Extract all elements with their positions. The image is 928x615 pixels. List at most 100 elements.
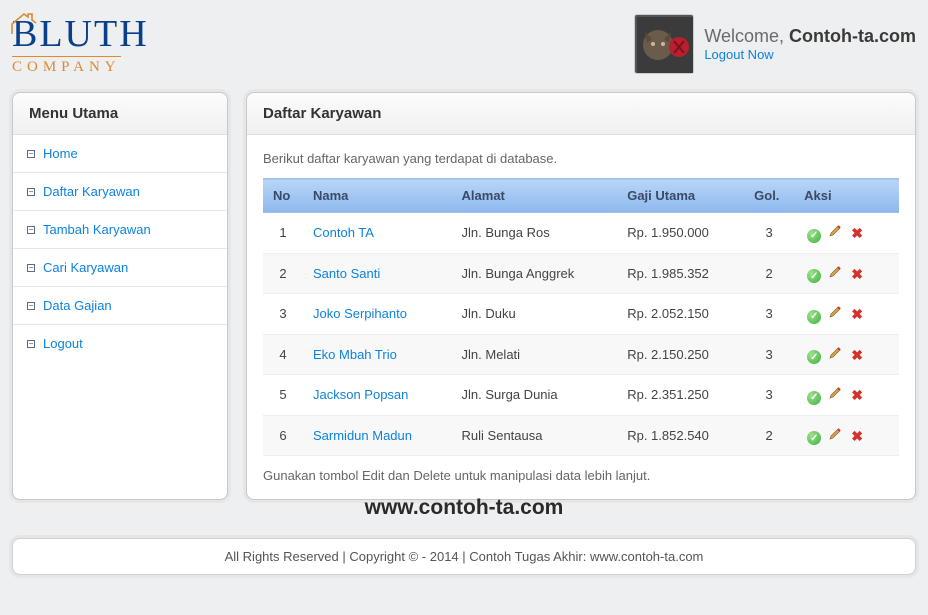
sidebar: Menu Utama −Home−Daftar Karyawan−Tambah … xyxy=(12,92,228,500)
collapse-icon: − xyxy=(27,302,35,310)
sidebar-item-label[interactable]: Tambah Karyawan xyxy=(43,222,151,237)
cell-no: 6 xyxy=(263,415,303,456)
user-box: Welcome, Contoh-ta.com Logout Now xyxy=(634,14,916,74)
cell-nama: Jackson Popsan xyxy=(303,375,452,416)
logo: BLUTH COMPANY xyxy=(12,12,149,76)
employee-link[interactable]: Sarmidun Madun xyxy=(313,428,412,443)
edit-icon[interactable] xyxy=(827,223,843,239)
cell-gaji: Rp. 2.150.250 xyxy=(617,334,744,375)
table-row: 2Santo SantiJln. Bunga AnggrekRp. 1.985.… xyxy=(263,253,899,294)
col-gaji: Gaji Utama xyxy=(617,179,744,213)
footer: All Rights Reserved | Copyright © - 2014… xyxy=(12,538,916,575)
cell-nama: Sarmidun Madun xyxy=(303,415,452,456)
welcome-text: Welcome, Contoh-ta.com xyxy=(704,26,916,47)
employee-link[interactable]: Santo Santi xyxy=(313,266,380,281)
col-aksi: Aksi xyxy=(794,179,899,213)
cell-aksi: ✓✖ xyxy=(794,415,899,456)
col-no: No xyxy=(263,179,303,213)
cell-no: 2 xyxy=(263,253,303,294)
accept-icon[interactable]: ✓ xyxy=(807,310,821,324)
employee-link[interactable]: Joko Serpihanto xyxy=(313,306,407,321)
sidebar-item-label[interactable]: Home xyxy=(43,146,78,161)
table-row: 3Joko SerpihantoJln. DukuRp. 2.052.1503✓… xyxy=(263,294,899,335)
cell-nama: Contoh TA xyxy=(303,213,452,254)
welcome-prefix: Welcome, xyxy=(704,26,789,46)
cell-no: 5 xyxy=(263,375,303,416)
table-note: Gunakan tombol Edit dan Delete untuk man… xyxy=(263,456,899,483)
employee-link[interactable]: Eko Mbah Trio xyxy=(313,347,397,362)
sidebar-item-home[interactable]: −Home xyxy=(13,135,227,173)
sidebar-item-data-gajian[interactable]: −Data Gajian xyxy=(13,287,227,325)
sidebar-title: Menu Utama xyxy=(13,93,227,135)
delete-icon[interactable]: ✖ xyxy=(849,388,865,404)
accept-icon[interactable]: ✓ xyxy=(807,391,821,405)
cell-alamat: Jln. Surga Dunia xyxy=(452,375,618,416)
accept-icon[interactable]: ✓ xyxy=(807,350,821,364)
cell-no: 3 xyxy=(263,294,303,335)
employee-link[interactable]: Contoh TA xyxy=(313,225,374,240)
cell-alamat: Jln. Duku xyxy=(452,294,618,335)
main-panel: Daftar Karyawan Berikut daftar karyawan … xyxy=(246,92,916,500)
page-title: Daftar Karyawan xyxy=(247,93,915,135)
sidebar-menu: −Home−Daftar Karyawan−Tambah Karyawan−Ca… xyxy=(13,135,227,362)
cell-gaji: Rp. 2.351.250 xyxy=(617,375,744,416)
logout-link[interactable]: Logout Now xyxy=(704,47,773,62)
edit-icon[interactable] xyxy=(827,385,843,401)
edit-icon[interactable] xyxy=(827,345,843,361)
page-description: Berikut daftar karyawan yang terdapat di… xyxy=(263,151,899,166)
cell-alamat: Jln. Melati xyxy=(452,334,618,375)
cell-gol: 3 xyxy=(744,334,794,375)
table-row: 1 Contoh TA Jln. Bunga RosRp. 1.950.0003 ✓ ✖ xyxy=(263,213,899,254)
cell-gaji: Rp. 1.950.000 xyxy=(617,213,744,254)
cell-nama: Santo Santi xyxy=(303,253,452,294)
delete-icon[interactable]: ✖ xyxy=(849,307,865,323)
cell-gaji: Rp. 1.852.540 xyxy=(617,415,744,456)
cell-gol: 2 xyxy=(744,253,794,294)
cell-no: 1 xyxy=(263,213,303,254)
col-alamat: Alamat xyxy=(452,179,618,213)
employee-link[interactable]: Jackson Popsan xyxy=(313,387,408,402)
cell-alamat: Jln. Bunga Anggrek xyxy=(452,253,618,294)
table-header-row: No Nama Alamat Gaji Utama Gol. Aksi xyxy=(263,179,899,213)
house-icon xyxy=(10,2,38,46)
cell-nama: Joko Serpihanto xyxy=(303,294,452,335)
delete-icon[interactable]: ✖ xyxy=(849,428,865,444)
col-nama: Nama xyxy=(303,179,452,213)
logo-sub-text: COMPANY xyxy=(12,56,121,76)
sidebar-item-tambah-karyawan[interactable]: −Tambah Karyawan xyxy=(13,211,227,249)
cell-gaji: Rp. 2.052.150 xyxy=(617,294,744,335)
accept-icon[interactable]: ✓ xyxy=(807,269,821,283)
collapse-icon: − xyxy=(27,150,35,158)
sidebar-item-label[interactable]: Data Gajian xyxy=(43,298,112,313)
edit-icon[interactable] xyxy=(827,426,843,442)
table-row: 4Eko Mbah TrioJln. MelatiRp. 2.150.2503✓… xyxy=(263,334,899,375)
employee-table: No Nama Alamat Gaji Utama Gol. Aksi 1 Con… xyxy=(263,178,899,456)
delete-icon[interactable]: ✖ xyxy=(849,226,865,242)
sidebar-item-daftar-karyawan[interactable]: −Daftar Karyawan xyxy=(13,173,227,211)
delete-icon[interactable]: ✖ xyxy=(849,266,865,282)
collapse-icon: − xyxy=(27,188,35,196)
avatar xyxy=(634,14,694,74)
header: BLUTH COMPANY Welcome, Contoh-t xyxy=(12,12,916,76)
cell-alamat: Ruli Sentausa xyxy=(452,415,618,456)
cell-gol: 3 xyxy=(744,213,794,254)
accept-icon[interactable]: ✓ xyxy=(807,229,821,243)
sidebar-item-label[interactable]: Logout xyxy=(43,336,83,351)
cell-gol: 3 xyxy=(744,375,794,416)
cell-alamat: Jln. Bunga Ros xyxy=(452,213,618,254)
delete-icon[interactable]: ✖ xyxy=(849,347,865,363)
table-row: 5 Jackson Popsan Jln. Surga DuniaRp. 2.351… xyxy=(263,375,899,416)
edit-icon[interactable] xyxy=(827,304,843,320)
col-gol: Gol. xyxy=(744,179,794,213)
sidebar-item-label[interactable]: Cari Karyawan xyxy=(43,260,128,275)
welcome-username: Contoh-ta.com xyxy=(789,26,916,46)
accept-icon[interactable]: ✓ xyxy=(807,431,821,445)
cell-no: 4 xyxy=(263,334,303,375)
sidebar-item-label[interactable]: Daftar Karyawan xyxy=(43,184,140,199)
cell-aksi: ✓✖ xyxy=(794,334,899,375)
edit-icon[interactable] xyxy=(827,264,843,280)
cell-aksi: ✓✖ xyxy=(794,253,899,294)
sidebar-item-logout[interactable]: −Logout xyxy=(13,325,227,362)
cell-aksi: ✓✖ xyxy=(794,375,899,416)
sidebar-item-cari-karyawan[interactable]: −Cari Karyawan xyxy=(13,249,227,287)
